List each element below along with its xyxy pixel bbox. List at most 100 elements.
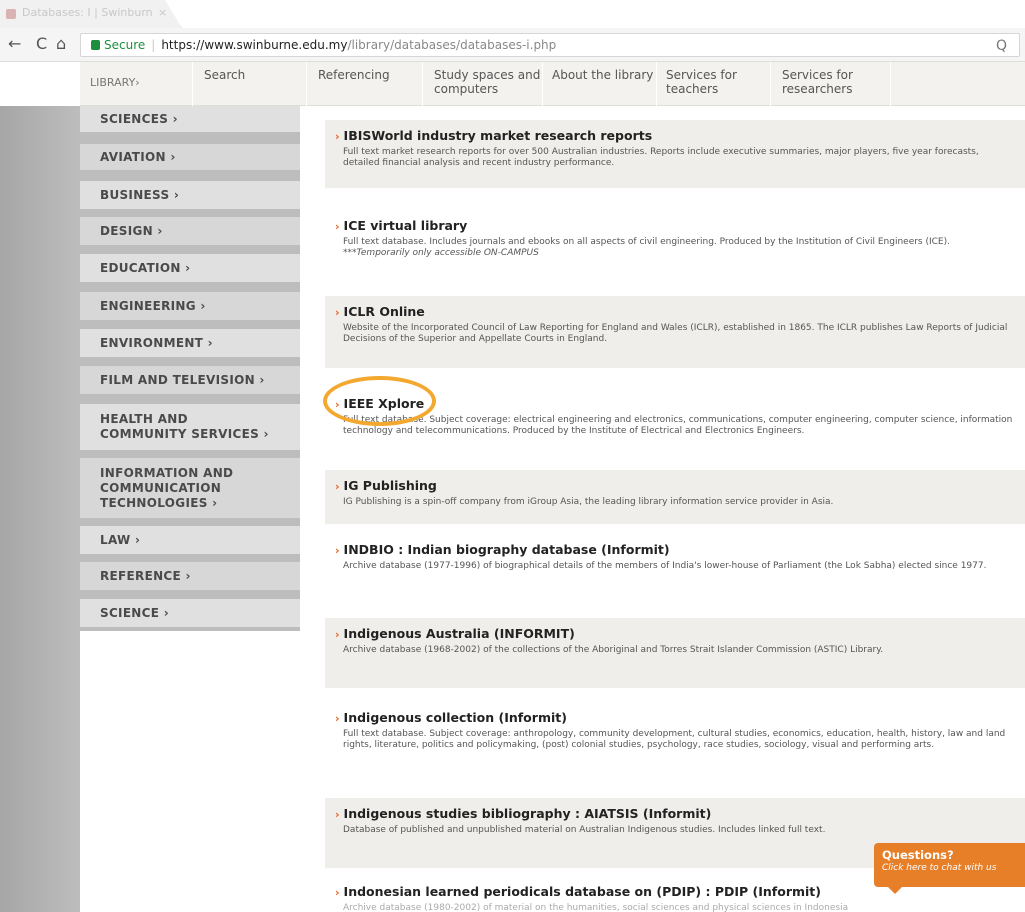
- chevron-right-icon: ›: [335, 480, 340, 493]
- sidebar-item-label: LAW ›: [100, 532, 141, 547]
- url-host: https://www.swinburne.edu.my: [161, 38, 348, 52]
- entry-link[interactable]: › IBISWorld industry market research repo…: [335, 128, 1013, 144]
- chat-widget-button[interactable]: Questions? Click here to chat with us: [874, 843, 1025, 894]
- entry-description: IG Publishing is a spin-off company from…: [343, 497, 834, 507]
- entry-description: Full text database. Subject coverage: el…: [343, 415, 1013, 436]
- chevron-right-icon: ›: [335, 544, 340, 557]
- sidebar-item-environment[interactable]: ENVIRONMENT ›: [80, 329, 300, 359]
- entry-title: IEEE Xplore: [343, 396, 425, 411]
- tab-title: Databases: I | Swinburn: [22, 6, 153, 19]
- reload-icon[interactable]: C: [36, 36, 47, 52]
- chevron-right-icon: ›: [335, 130, 340, 143]
- url-path: /library/databases/databases-i.php: [347, 38, 557, 52]
- lock-icon: [91, 40, 100, 50]
- nav-item-about[interactable]: About the library: [552, 68, 653, 82]
- nav-divider: [192, 62, 193, 106]
- list-item: › ICE virtual library Full text database.…: [325, 210, 1025, 288]
- chat-tail: [888, 887, 902, 894]
- nav-item-researchers[interactable]: Services for researchers: [782, 68, 862, 96]
- sidebar-item-label: REFERENCE ›: [100, 568, 191, 583]
- entry-link[interactable]: › Indigenous studies bibliography : AIATS…: [335, 806, 1013, 822]
- nav-item-study-spaces[interactable]: Study spaces and computers: [434, 68, 544, 96]
- database-list: › IBISWorld industry market research repo…: [300, 106, 1025, 912]
- entry-description: Database of published and unpublished ma…: [343, 825, 826, 835]
- url-input[interactable]: Secure | https://www.swinburne.edu.my/libr…: [80, 33, 1020, 57]
- sidebar-item-label: ENGINEERING ›: [100, 298, 206, 313]
- chevron-right-icon: ›: [335, 398, 340, 411]
- list-item: › IG Publishing IG Publishing is a spin-o…: [325, 470, 1025, 524]
- entry-description: Website of the Incorporated Council of L…: [343, 323, 1008, 344]
- sidebar-item-health[interactable]: HEALTH AND COMMUNITY SERVICES ›: [80, 404, 300, 452]
- site-nav: LIBRARY› Search Referencing Study spaces…: [80, 62, 1025, 106]
- sidebar-item-sciences[interactable]: SCIENCES ›: [80, 106, 300, 134]
- sidebar-item-film[interactable]: FILM AND TELEVISION ›: [80, 366, 300, 396]
- sidebar-item-label: BUSINESS ›: [100, 187, 180, 202]
- entry-description: Archive database (1968-2002) of the coll…: [343, 645, 884, 655]
- sidebar-item-label: AVIATION ›: [100, 149, 176, 164]
- zoom-icon[interactable]: Q: [996, 38, 1007, 54]
- browser-tab-strip: Databases: I | Swinburn ×: [0, 0, 1025, 28]
- entry-link[interactable]: › Indigenous collection (Informit): [335, 710, 1013, 726]
- favicon-icon: [6, 9, 16, 19]
- sidebar-item-label: EDUCATION ›: [100, 260, 191, 275]
- sidebar-item-design[interactable]: DESIGN ›: [80, 217, 300, 247]
- entry-description: Archive database (1980-2002) of material…: [343, 903, 849, 912]
- chat-title: Questions?: [882, 848, 954, 862]
- entry-title: ICLR Online: [343, 304, 425, 319]
- list-item: › IEEE Xplore Full text database. Subject…: [325, 388, 1025, 466]
- entry-title: Indigenous collection (Informit): [343, 710, 567, 725]
- secure-label: Secure: [104, 38, 146, 52]
- nav-divider: [656, 62, 657, 106]
- chevron-right-icon: ›: [335, 712, 340, 725]
- entry-title: IG Publishing: [343, 478, 437, 493]
- entry-link[interactable]: › ICLR Online: [335, 304, 1013, 320]
- sidebar-item-label: ENVIRONMENT ›: [100, 335, 213, 350]
- access-note: ***Temporarily only accessible ON-CAMPUS: [343, 248, 539, 258]
- list-item: › Indigenous Australia (INFORMIT) Archive…: [325, 618, 1025, 688]
- entry-description: Archive database (1977-1996) of biograph…: [343, 561, 987, 571]
- sidebar-item-engineering[interactable]: ENGINEERING ›: [80, 292, 300, 322]
- list-item: › ICLR Online Website of the Incorporated…: [325, 296, 1025, 368]
- sidebar-item-aviation[interactable]: AVIATION ›: [80, 144, 300, 172]
- sidebar-item-label: SCIENCES ›: [100, 111, 178, 126]
- entry-description: Full text database. Subject coverage: an…: [343, 729, 1006, 750]
- sidebar-item-law[interactable]: LAW ›: [80, 526, 300, 556]
- entry-link[interactable]: › IEEE Xplore: [335, 396, 1013, 412]
- home-icon[interactable]: ⌂: [56, 36, 66, 52]
- nav-divider: [306, 62, 307, 106]
- entry-link[interactable]: › Indigenous Australia (INFORMIT): [335, 626, 1013, 642]
- sidebar-item-ict[interactable]: INFORMATION AND COMMUNICATION TECHNOLOGI…: [80, 458, 300, 520]
- sidebar-item-business[interactable]: BUSINESS ›: [80, 181, 300, 211]
- back-icon[interactable]: ←: [8, 36, 21, 52]
- nav-item-referencing[interactable]: Referencing: [318, 68, 390, 82]
- url-separator: |: [151, 38, 156, 52]
- sidebar-item-science[interactable]: SCIENCE ›: [80, 599, 300, 629]
- nav-item-library[interactable]: LIBRARY›: [90, 76, 140, 90]
- page-gutter: [0, 106, 80, 912]
- close-icon[interactable]: ×: [158, 6, 167, 19]
- sidebar-item-label: HEALTH AND COMMUNITY SERVICES ›: [100, 412, 269, 441]
- entry-description: Full text database. Includes journals an…: [335, 237, 1013, 259]
- chevron-right-icon: ›: [335, 628, 340, 641]
- nav-item-search[interactable]: Search: [204, 68, 245, 82]
- browser-tab[interactable]: Databases: I | Swinburn ×: [0, 0, 182, 28]
- address-bar: ← → C ⌂ Secure|https://www.swinburne.edu…: [0, 28, 1025, 62]
- entry-title: INDBIO : Indian biography database (Info…: [343, 542, 670, 557]
- sidebar: SCIENCES › AVIATION › BUSINESS › DESIGN …: [80, 106, 300, 631]
- entry-link[interactable]: › IG Publishing: [335, 478, 1013, 494]
- sidebar-item-reference[interactable]: REFERENCE ›: [80, 562, 300, 592]
- nav-divider: [542, 62, 543, 106]
- chat-subtitle: Click here to chat with us: [882, 863, 997, 873]
- list-item: › IBISWorld industry market research repo…: [325, 120, 1025, 188]
- entry-link[interactable]: › INDBIO : Indian biography database (Inf…: [335, 542, 1013, 558]
- entry-title: Indigenous studies bibliography : AIATSI…: [343, 806, 712, 821]
- list-item: › Indigenous collection (Informit) Full t…: [325, 702, 1025, 794]
- sidebar-item-education[interactable]: EDUCATION ›: [80, 254, 300, 284]
- entry-link[interactable]: › ICE virtual library: [335, 218, 1013, 234]
- entry-description: Full text market research reports for ov…: [343, 147, 979, 168]
- chevron-right-icon: ›: [335, 808, 340, 821]
- nav-divider: [422, 62, 423, 106]
- nav-item-teachers[interactable]: Services for teachers: [666, 68, 746, 96]
- chevron-right-icon: ›: [335, 886, 340, 899]
- entry-title: ICE virtual library: [343, 218, 468, 233]
